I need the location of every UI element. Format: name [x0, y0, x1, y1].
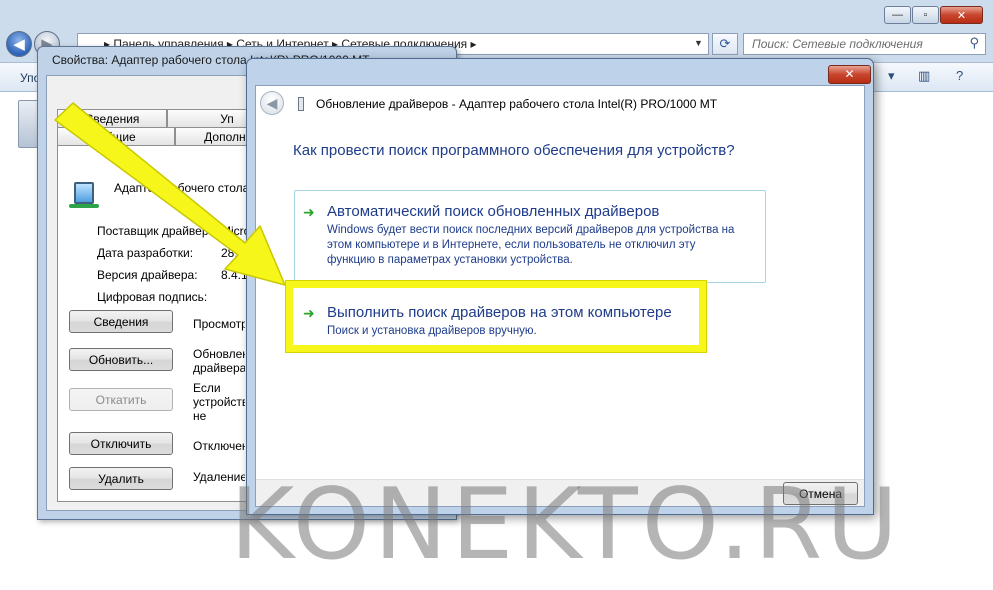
tab-general[interactable]: Общие: [57, 127, 175, 145]
view-options-icon[interactable]: ▾: [888, 68, 895, 84]
network-cable-icon: [69, 204, 99, 208]
disable-desc: Отключение выбранного устройства: [193, 439, 245, 453]
update-desc: Обновление драйвера для этого устройства: [193, 347, 245, 375]
option-auto-search[interactable]: ➜ Автоматический поиск обновленных драйв…: [294, 190, 766, 283]
dialog-close-button[interactable]: ✕: [828, 65, 871, 84]
wizard-back-button[interactable]: ◀: [260, 91, 284, 115]
rollback-button: Откатить: [69, 388, 173, 411]
field-label: Версия драйвера:: [97, 268, 198, 282]
update-driver-button[interactable]: Обновить...: [69, 348, 173, 371]
field-label: Цифровая подпись:: [97, 290, 208, 304]
option-auto-title: Автоматический поиск обновленных драйвер…: [327, 203, 660, 220]
preview-pane-icon[interactable]: ▥: [918, 68, 930, 84]
uninstall-button[interactable]: Удалить: [69, 467, 173, 490]
help-icon[interactable]: ?: [956, 68, 963, 83]
rollback-desc: Если устройство не работает после обновл…: [193, 381, 245, 423]
close-button[interactable]: ✕: [940, 6, 983, 24]
field-value: 28.05.2008: [221, 246, 249, 260]
details-desc: Просмотр сведений о драйвере: [193, 317, 245, 331]
arrow-left-icon: ◀: [266, 94, 278, 111]
field-label: Поставщик драйвера:: [97, 224, 219, 238]
option-auto-desc-line: функцию в параметрах установки устройств…: [327, 254, 573, 266]
explorer-caption-buttons: — ▫ ✕: [883, 6, 983, 24]
arrow-left-icon: ◀: [13, 36, 25, 53]
tab-details[interactable]: Сведения: [57, 109, 167, 127]
search-icon[interactable]: ⚲: [969, 35, 979, 51]
wizard-question: Как провести поиск программного обеспече…: [293, 142, 735, 159]
device-icon: [298, 97, 304, 111]
field-value: Microsoft: [221, 224, 249, 238]
refresh-icon: ⟳: [719, 36, 731, 51]
back-button[interactable]: ◀: [6, 31, 32, 57]
minimize-button[interactable]: —: [884, 6, 911, 24]
watermark: KONEKTO.RU: [230, 468, 902, 582]
maximize-button[interactable]: ▫: [912, 6, 939, 24]
option-auto-desc-line: этом компьютере и в Интернете, если поль…: [327, 239, 696, 251]
search-input[interactable]: Поиск: Сетевые подключения ⚲: [743, 33, 986, 55]
adapter-name: Адаптер рабочего стола Intel(R) PRO/1000…: [114, 181, 249, 195]
option-auto-desc-line: Windows будет вести поиск последних верс…: [327, 224, 735, 236]
search-placeholder: Поиск: Сетевые подключения: [752, 37, 923, 51]
details-button[interactable]: Сведения: [69, 310, 173, 333]
disable-button[interactable]: Отключить: [69, 432, 173, 455]
chevron-down-icon[interactable]: ▼: [694, 38, 703, 48]
green-arrow-icon: ➜: [303, 204, 315, 220]
driver-dialog-header: ◀ Обновление драйверов - Адаптер рабочег…: [256, 86, 864, 120]
field-label: Дата разработки:: [97, 246, 194, 260]
driver-dialog-title: Обновление драйверов - Адаптер рабочего …: [316, 97, 718, 111]
network-adapter-icon: [74, 182, 94, 204]
field-value: 8.4.1.1: [221, 268, 249, 282]
highlight-frame: [286, 281, 706, 352]
refresh-button[interactable]: ⟳: [712, 33, 738, 55]
